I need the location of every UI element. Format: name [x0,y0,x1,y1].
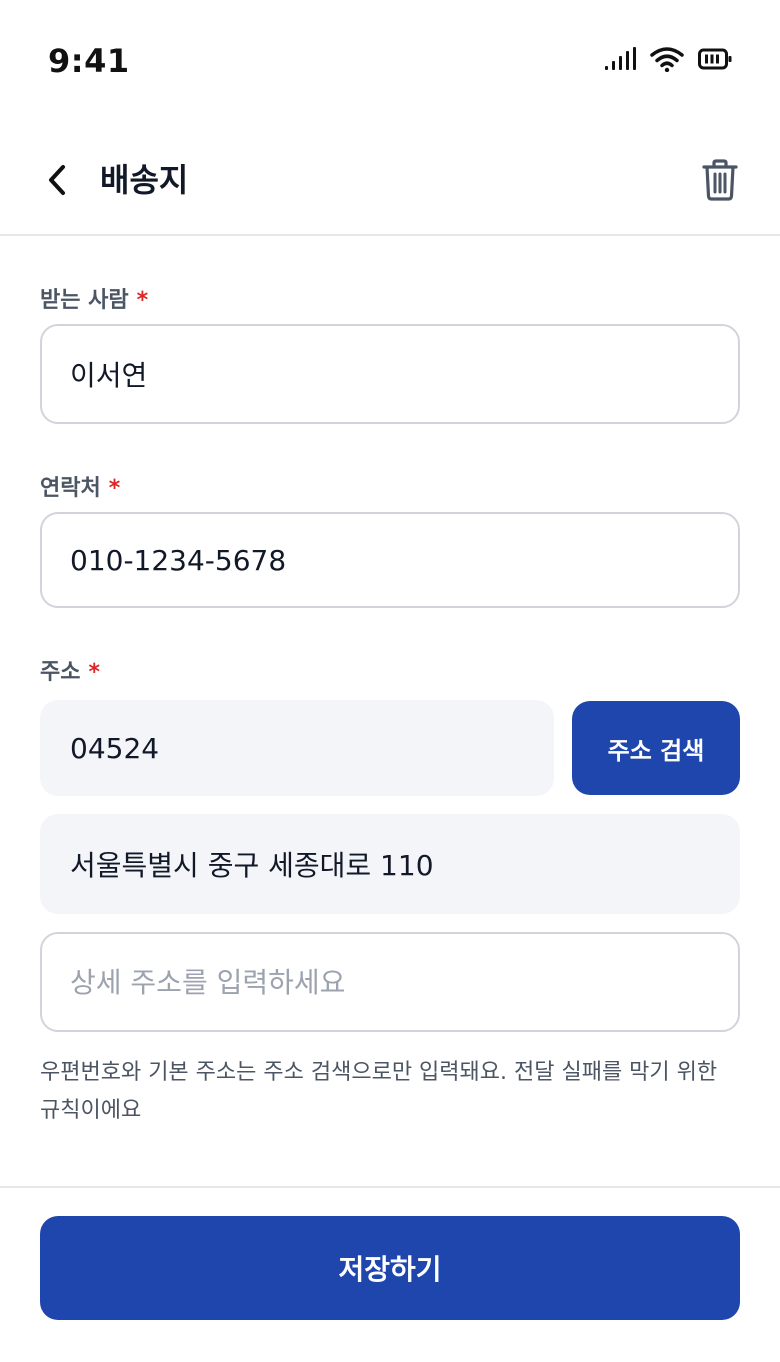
recipient-input[interactable]: 이서연 [40,324,740,424]
recipient-label-text: 받는 사람 [40,288,129,313]
required-mark: * [108,476,121,501]
bottom-bar: 저장하기 [0,1186,780,1362]
status-bar: 9:41 [0,0,780,120]
status-time: 9:41 [48,42,130,80]
phone-value: 010-1234-5678 [70,543,287,577]
status-icons [604,46,732,72]
recipient-value: 이서연 [70,359,148,392]
address-label: 주소 * [40,654,100,686]
phone-input[interactable]: 010-1234-5678 [40,512,740,608]
chevron-left-icon [49,165,65,195]
back-button[interactable] [36,158,80,202]
postcode-value: 04524 [70,731,160,765]
recipient-label: 받는 사람 * [40,282,148,314]
app-header: 배송지 [0,128,780,236]
page-title: 배송지 [100,161,189,199]
wifi-icon [650,47,684,72]
signal-icon [605,47,636,70]
required-mark: * [136,288,149,313]
required-mark: * [88,660,100,685]
trash-icon [702,159,738,201]
phone-label-text: 연락처 [40,476,101,501]
base-address-value: 서울특별시 중구 세종대로 110 [70,849,434,882]
address-search-button[interactable]: 주소 검색 [572,701,740,795]
base-address-field: 서울특별시 중구 세종대로 110 [40,814,740,914]
phone-label: 연락처 * [40,470,120,502]
address-helper-text: 우편번호와 기본 주소는 주소 검색으로만 입력돼요. 전달 실패를 막기 위한… [40,1060,718,1123]
delete-button[interactable] [696,156,744,204]
detail-address-input[interactable] [40,932,740,1032]
address-label-text: 주소 [40,660,81,685]
save-button[interactable]: 저장하기 [40,1216,740,1320]
postcode-field: 04524 [40,700,554,796]
battery-icon [698,48,732,70]
